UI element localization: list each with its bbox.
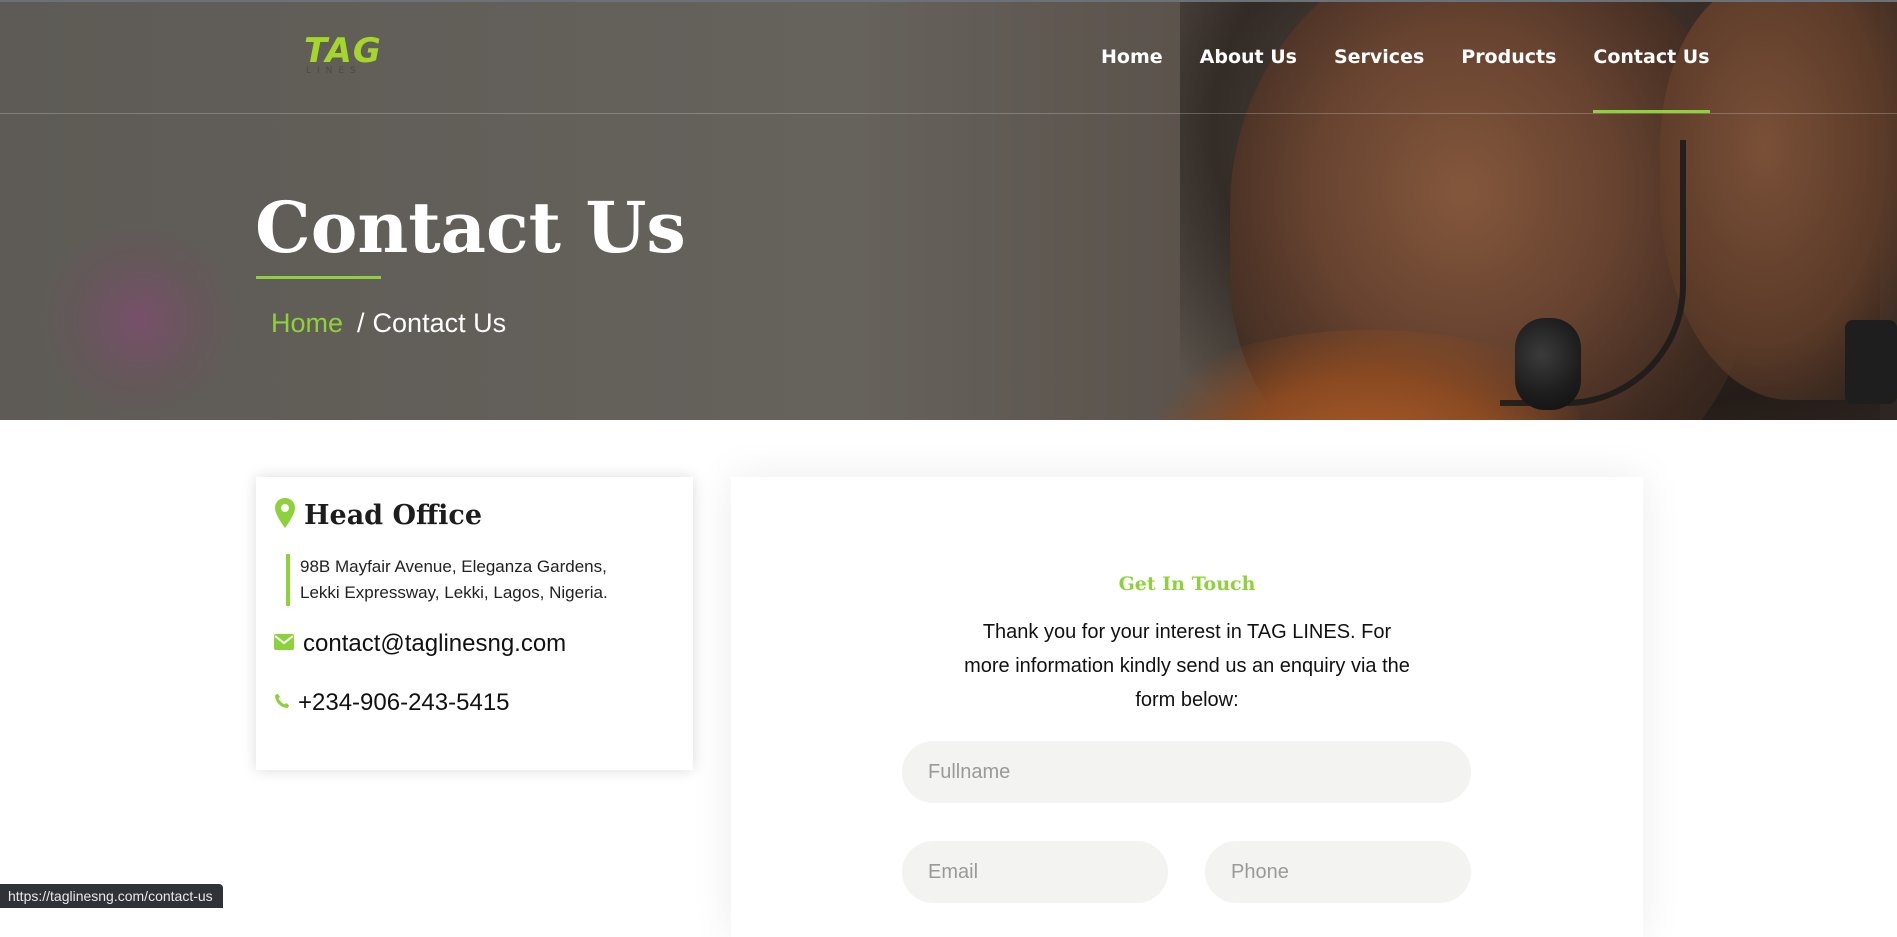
office-title: Head Office: [304, 500, 483, 531]
breadcrumb-separator: /: [357, 308, 365, 338]
phone-icon: [274, 693, 290, 714]
contact-form-intro: Thank you for your interest in TAG LINES…: [964, 621, 1410, 711]
head-office-card: Head Office 98B Mayfair Avenue, Eleganza…: [256, 477, 693, 770]
title-underline: [256, 276, 381, 279]
fullname-input[interactable]: [902, 741, 1471, 803]
breadcrumb-home-link[interactable]: Home: [271, 308, 343, 338]
hero-background-flower: [40, 220, 240, 420]
get-in-touch-heading: Get In Touch: [1118, 573, 1256, 595]
office-email-link[interactable]: contact@taglinesng.com: [303, 630, 566, 658]
office-address: 98B Mayfair Avenue, Eleganza Gardens, Le…: [286, 554, 608, 606]
nav-home[interactable]: Home: [1101, 0, 1163, 113]
office-phone-row: +234-906-243-5415: [274, 689, 510, 717]
email-input[interactable]: [902, 841, 1168, 903]
nav-products[interactable]: Products: [1461, 0, 1556, 113]
hero-banner: TAG LINES Home About Us Services Product…: [0, 0, 1897, 420]
office-heading: Head Office: [274, 497, 482, 534]
phone-input[interactable]: [1205, 841, 1471, 903]
main-nav: Home About Us Services Products Contact …: [1080, 0, 1710, 113]
breadcrumb: Home / Contact Us: [271, 305, 506, 341]
map-pin-icon: [274, 497, 296, 534]
office-email-row: contact@taglinesng.com: [274, 630, 566, 658]
nav-services[interactable]: Services: [1334, 0, 1424, 113]
hero-background-watch: [1845, 320, 1897, 404]
address-line-1: 98B Mayfair Avenue, Eleganza Gardens,: [300, 557, 607, 576]
site-logo[interactable]: TAG LINES: [304, 34, 388, 86]
nav-about-us[interactable]: About Us: [1200, 0, 1297, 113]
header-divider: [0, 113, 1897, 114]
office-phone-link[interactable]: +234-906-243-5415: [298, 689, 510, 717]
nav-contact-us[interactable]: Contact Us: [1593, 0, 1710, 113]
address-line-2: Lekki Expressway, Lekki, Lagos, Nigeria.: [300, 583, 608, 602]
page-title: Contact Us: [255, 186, 686, 269]
envelope-icon: [274, 633, 294, 655]
contact-form-card: Get In Touch Thank you for your interest…: [731, 477, 1643, 937]
hero-background-microphone: [1515, 318, 1581, 410]
logo-text: TAG: [304, 31, 382, 71]
link-preview-status: https://taglinesng.com/contact-us: [0, 884, 223, 908]
breadcrumb-current: Contact Us: [372, 308, 507, 338]
